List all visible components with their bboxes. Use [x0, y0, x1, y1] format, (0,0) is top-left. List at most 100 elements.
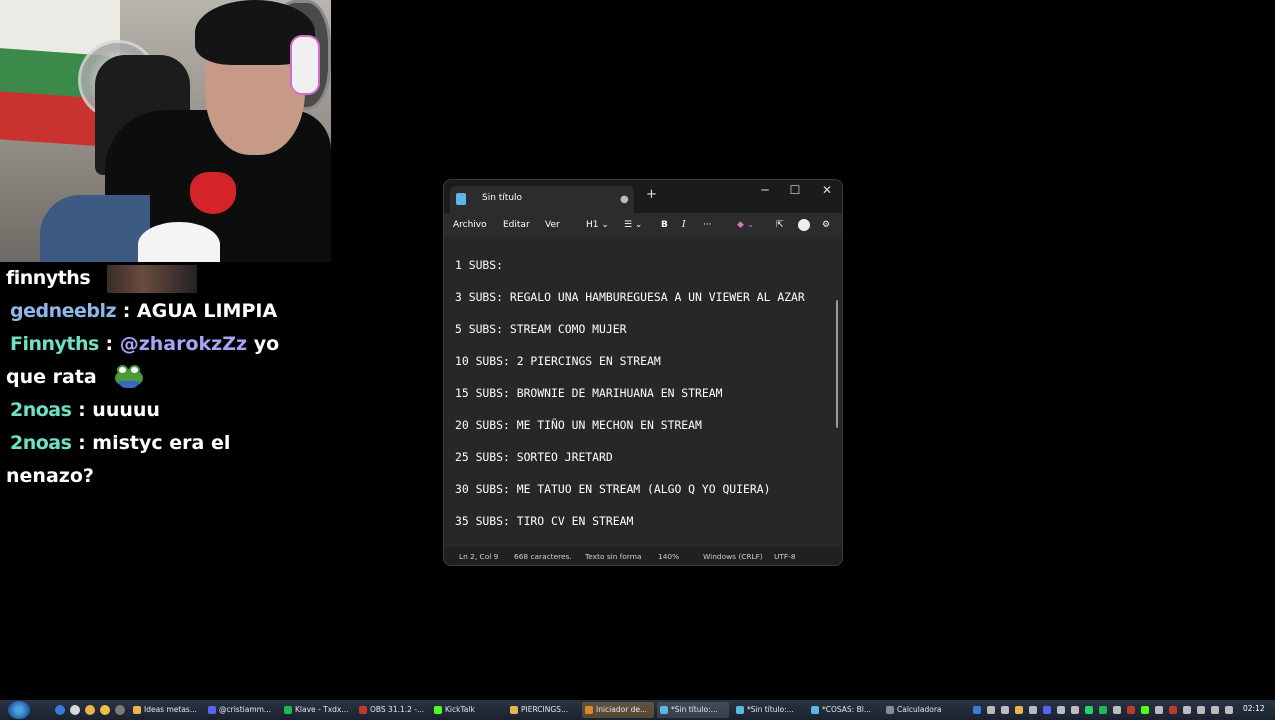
document-text[interactable]: 1 SUBS: 3 SUBS: REGALO UNA HAMBUREGUESA … — [455, 257, 837, 545]
pinned-app-icon[interactable] — [70, 705, 80, 715]
folder-icon[interactable] — [100, 705, 110, 715]
headset-icon — [290, 35, 320, 95]
tray-icon[interactable] — [1169, 706, 1177, 714]
encoding[interactable]: UTF-8 — [774, 552, 796, 561]
chrome-icon[interactable] — [85, 705, 95, 715]
close-button[interactable]: ✕ — [812, 183, 842, 197]
desk-light — [138, 222, 220, 262]
italic-button[interactable]: I — [682, 220, 686, 230]
microphone-icon[interactable] — [1183, 706, 1191, 714]
taskbar-item[interactable]: *Sin título:... — [733, 702, 805, 718]
pinned-app-icon[interactable] — [55, 705, 65, 715]
webcam-overlay — [0, 0, 331, 262]
character-count: 668 caracteres. — [514, 552, 572, 561]
menu-editar[interactable]: Editar — [503, 220, 530, 230]
taskbar-item[interactable]: *COSAS: Bl... — [808, 702, 880, 718]
volume-icon[interactable] — [1225, 706, 1233, 714]
chat-text: AGUA LIMPIA — [136, 300, 278, 322]
menu-ver[interactable]: Ver — [545, 220, 560, 230]
tray-icon[interactable] — [1099, 706, 1107, 714]
avatar-strip-emote — [106, 264, 197, 293]
whatsapp-icon[interactable] — [1085, 706, 1093, 714]
heading-dropdown[interactable]: H1 ⌄ — [586, 220, 609, 230]
tray-icon[interactable] — [987, 706, 995, 714]
chat-username: gedneeblz — [10, 300, 117, 322]
zoom-level[interactable]: 140% — [658, 552, 679, 561]
tray-icon[interactable] — [1029, 706, 1037, 714]
chat-message: finnyths — [0, 262, 331, 295]
network-icon[interactable] — [1211, 706, 1219, 714]
tray-icon[interactable] — [1127, 706, 1135, 714]
goal-line: 15 SUBS: BROWNIE DE MARIHUANA EN STREAM — [455, 386, 723, 400]
pinned-app-icon[interactable] — [115, 705, 125, 715]
profile-avatar[interactable] — [798, 219, 810, 231]
title-bar[interactable]: Sin título ● + ─ ☐ ✕ — [444, 180, 842, 213]
chat-username: 2noas — [10, 399, 72, 421]
chat-username: Finnyths — [10, 333, 99, 355]
chat-message: Finnyths : @zharokzZz yo que rata — [0, 328, 331, 394]
tab-sin-titulo[interactable]: Sin título ● — [450, 186, 634, 213]
notepad-window: Sin título ● + ─ ☐ ✕ Archivo Editar Ver … — [443, 179, 843, 566]
chat-username: 2noas — [10, 432, 72, 454]
taskbar-item[interactable]: *Sin título:... — [657, 702, 729, 718]
goal-line: 20 SUBS: ME TIÑO UN MECHON EN STREAM — [455, 418, 702, 432]
status-bar: Ln 2, Col 9 668 caracteres. Texto sin fo… — [444, 547, 842, 565]
chat-text: mistyc era el — [92, 432, 231, 454]
taskbar-item[interactable]: Ideas metas... — [130, 702, 202, 718]
chat-text: yo — [253, 333, 280, 355]
chat-text: uuuuu — [92, 399, 160, 421]
menu-archivo[interactable]: Archivo — [453, 220, 487, 230]
goal-line: 35 SUBS: TIRO CV EN STREAM — [455, 514, 634, 528]
goal-line: 10 SUBS: 2 PIERCINGS EN STREAM — [455, 354, 661, 368]
line-endings[interactable]: Windows (CRLF) — [703, 552, 763, 561]
share-icon[interactable]: ⇱ — [776, 220, 784, 230]
chat-text-continuation: nenazo? — [6, 465, 94, 487]
taskbar-item[interactable]: Calculadora — [883, 702, 955, 718]
copilot-icon[interactable]: ◆ ⌄ — [737, 220, 754, 230]
cursor-position: Ln 2, Col 9 — [459, 552, 499, 561]
taskbar-item[interactable]: Klave - Txdx... — [281, 702, 353, 718]
tray-icon[interactable] — [1001, 706, 1009, 714]
tray-icon[interactable] — [1113, 706, 1121, 714]
chat-message: 2noas : uuuuu — [0, 394, 331, 427]
goal-line: 30 SUBS: ME TATUO EN STREAM (ALGO Q YO Q… — [455, 482, 771, 496]
tray-icon[interactable] — [1015, 706, 1023, 714]
taskbar-item[interactable]: OBS 31.1.2 -... — [356, 702, 428, 718]
menu-bar: Archivo Editar Ver H1 ⌄ ☰ ⌄ B I ··· ◆ ⌄ … — [444, 213, 842, 237]
tray-icon[interactable] — [1155, 706, 1163, 714]
taskbar: Ideas metas... @cristiamm... Klave - Txd… — [0, 700, 1275, 720]
text-editor[interactable]: 1 SUBS: 3 SUBS: REGALO UNA HAMBUREGUESA … — [444, 237, 842, 547]
goal-line: 3 SUBS: REGALO UNA HAMBUREGUESA A UN VIE… — [455, 290, 805, 304]
chat-mention: @zharokzZz — [119, 333, 248, 355]
tray-icon[interactable] — [973, 706, 981, 714]
tray-icon[interactable] — [1071, 706, 1079, 714]
list-dropdown-icon[interactable]: ☰ ⌄ — [624, 220, 642, 230]
taskbar-item[interactable]: Iniciador de... — [582, 702, 654, 718]
taskbar-item[interactable]: KickTalk — [431, 702, 503, 718]
maximize-button[interactable]: ☐ — [780, 183, 810, 197]
taskbar-item[interactable]: @cristiamm... — [205, 702, 277, 718]
frog-emote-icon — [113, 364, 145, 391]
clock[interactable]: 02:12 — [1243, 704, 1265, 713]
tray-icon[interactable] — [1057, 706, 1065, 714]
chat-message: 2noas : mistyc era el nenazo? — [0, 427, 331, 493]
text-format[interactable]: Texto sin forma — [585, 552, 642, 561]
chat-separator: : — [78, 432, 86, 454]
taskbar-item[interactable]: PIERCINGS... — [507, 702, 579, 718]
bold-button[interactable]: B — [661, 220, 668, 230]
streamer-jeans — [40, 195, 150, 262]
chat-text-continuation: que rata — [6, 366, 97, 388]
chat-message: gedneeblz : AGUA LIMPIA — [0, 295, 331, 328]
tray-icon[interactable] — [1043, 706, 1051, 714]
minimize-button[interactable]: ─ — [750, 183, 780, 197]
vertical-scrollbar[interactable] — [836, 300, 838, 428]
more-options-icon[interactable]: ··· — [703, 220, 712, 230]
tray-icon[interactable] — [1197, 706, 1205, 714]
start-button[interactable] — [8, 701, 30, 719]
tray-icon[interactable] — [1141, 706, 1149, 714]
chat-separator: : — [105, 333, 114, 355]
unsaved-dot-icon[interactable]: ● — [620, 194, 629, 205]
new-tab-button[interactable]: + — [646, 187, 657, 202]
settings-gear-icon[interactable]: ⚙ — [822, 220, 830, 230]
tab-title: Sin título — [482, 193, 523, 203]
